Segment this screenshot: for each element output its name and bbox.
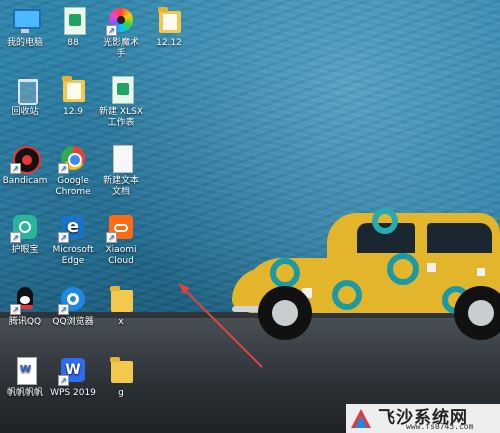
recycle-bin-icon (10, 74, 40, 105)
qq-browser-icon (58, 284, 88, 315)
red-arrow-line (179, 284, 263, 368)
edge-icon: e (58, 212, 88, 243)
wps-icon: W (58, 355, 88, 386)
color-wheel-icon (106, 5, 136, 36)
text-file-icon (106, 143, 136, 173)
icon-label: x (118, 317, 124, 327)
icon-label: 新建 XLSX 工作表 (99, 107, 143, 128)
folder-icon (154, 5, 184, 35)
desktop-icon-xiaomi-cloud[interactable]: Xiaomi Cloud (89, 212, 153, 267)
computer-icon (10, 5, 41, 35)
spreadsheet-file-icon (106, 74, 136, 104)
desktop-icon-folder-x[interactable]: x (89, 284, 153, 328)
icon-label: 新建文本 文档 (102, 176, 139, 197)
watermark-logo-icon (351, 409, 371, 428)
watermark-url: www.fs0745.com (406, 422, 474, 431)
xiaomi-cloud-icon (106, 212, 136, 243)
qq-icon (10, 284, 40, 315)
folder-icon (106, 355, 136, 385)
folder-icon (58, 74, 88, 104)
desktop-icon-new-text-doc[interactable]: 新建文本 文档 (89, 143, 153, 198)
word-doc-icon (10, 355, 40, 385)
bandicam-icon (10, 143, 41, 174)
folder-icon (106, 284, 136, 314)
icon-label: Xiaomi Cloud (105, 245, 137, 266)
desktop-icon-new-xlsx[interactable]: 新建 XLSX 工作表 (89, 74, 153, 129)
icon-label: g (118, 388, 124, 398)
icon-label: 12.12 (156, 38, 182, 48)
desktop-icon-folder-g[interactable]: g (89, 355, 153, 399)
desktop: 我的电脑 回收站 Bandicam 护眼宝 腾讯QQ 帆帆帆帆 88 12.9 … (0, 0, 500, 433)
spreadsheet-file-icon (58, 5, 88, 35)
site-watermark: 飞沙系统网 www.fs0745.com (346, 404, 500, 433)
chrome-icon (58, 143, 88, 174)
eye-protect-icon (10, 212, 40, 243)
desktop-icon-folder-12-12[interactable]: 12.12 (137, 5, 201, 49)
